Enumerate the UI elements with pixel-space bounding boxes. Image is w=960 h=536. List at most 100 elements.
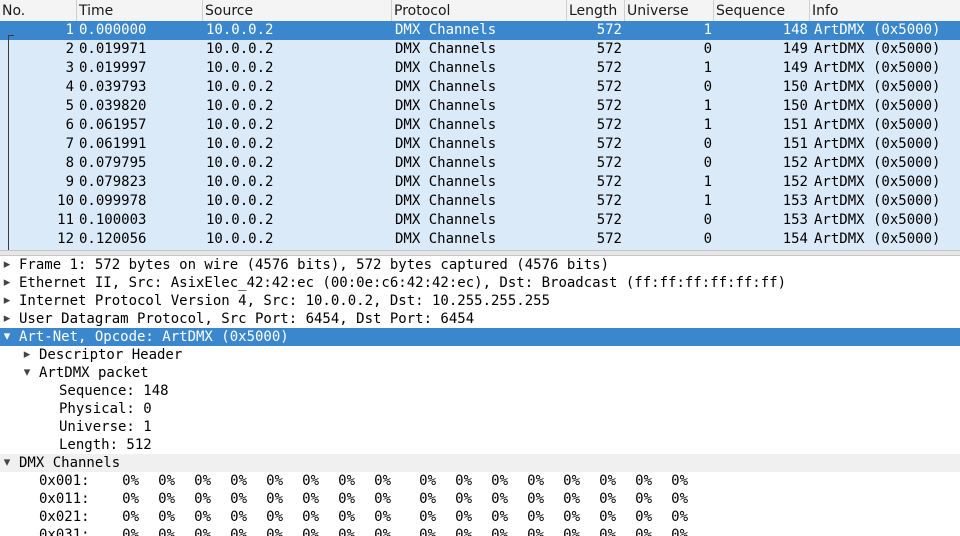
dmx-channel-value: 0% [455, 527, 472, 536]
cell-source: 10.0.0.2 [206, 212, 274, 228]
cell-sequence: 150 [782, 98, 808, 114]
tree-item-label: Frame 1: 572 bytes on wire (4576 bits), … [19, 257, 610, 273]
dmx-channel-value: 0% [338, 527, 355, 536]
cell-no: 10 [57, 193, 74, 209]
column-header-info[interactable]: Info [810, 0, 960, 21]
cell-length: 572 [596, 136, 622, 152]
packet-row[interactable]: 4 0.039793 10.0.0.2 DMX Channels 572 0 150 ArtD… [0, 78, 960, 97]
dmx-channel-value: 0% [266, 527, 283, 536]
cell-universe: 1 [703, 193, 712, 209]
tree-item[interactable]: ▸ User Datagram Protocol, Src Port: 6454,… [0, 310, 960, 328]
packet-list[interactable]: No. Time Source Protocol Length Universe… [0, 0, 960, 250]
packet-row[interactable]: 5 0.039820 10.0.0.2 DMX Channels 572 1 150 ArtD… [0, 97, 960, 116]
cell-protocol: DMX Channels [395, 60, 497, 76]
packet-row[interactable]: 12 0.120056 10.0.0.2 DMX Channels 572 0 154 Art… [0, 230, 960, 249]
column-header-sequence[interactable]: Sequence [714, 0, 810, 21]
column-header-source[interactable]: Source [203, 0, 392, 21]
cell-length: 572 [596, 79, 622, 95]
tree-item[interactable]: ▸ Frame 1: 572 bytes on wire (4576 bits),… [0, 256, 960, 274]
dmx-channel-value: 0% [599, 491, 616, 507]
cell-info: ArtDMX (0x5000) [814, 193, 941, 209]
tree-item[interactable]: ▾ DMX Channels [0, 454, 960, 472]
cell-sequence: 151 [782, 136, 808, 152]
expand-arrow-icon[interactable]: ▾ [1, 454, 13, 472]
tree-item[interactable]: ▾ ArtDMX packet [0, 364, 960, 382]
cell-source: 10.0.0.2 [206, 117, 274, 133]
packet-row[interactable]: 2 0.019971 10.0.0.2 DMX Channels 572 0 149 ArtD… [0, 40, 960, 59]
cell-protocol: DMX Channels [395, 41, 497, 57]
tree-item[interactable]: Length: 512 [0, 436, 960, 454]
cell-info: ArtDMX (0x5000) [814, 41, 941, 57]
cell-time: 0.079795 [79, 155, 147, 171]
dmx-channel-value: 0% [122, 509, 139, 525]
dmx-channel-value: 0% [419, 473, 436, 489]
dmx-channel-value: 0% [266, 491, 283, 507]
cell-universe: 0 [703, 79, 712, 95]
collapse-arrow-icon[interactable]: ▸ [21, 346, 33, 364]
column-header-length[interactable]: Length [567, 0, 625, 21]
tree-item[interactable]: ▾ Art-Net, Opcode: ArtDMX (0x5000) [0, 328, 960, 346]
cell-universe: 0 [703, 231, 712, 247]
dmx-channel-value: 0% [230, 491, 247, 507]
tree-item-label: Ethernet II, Src: AsixElec_42:42:ec (00:… [19, 275, 787, 291]
tree-item[interactable]: ▸ Ethernet II, Src: AsixElec_42:42:ec (00… [0, 274, 960, 292]
expand-arrow-icon[interactable]: ▾ [1, 328, 13, 346]
tree-item[interactable]: ▸ Descriptor Header [0, 346, 960, 364]
packet-details[interactable]: ▸ Frame 1: 572 bytes on wire (4576 bits),… [0, 256, 960, 536]
dmx-channel-value: 0% [419, 491, 436, 507]
packet-row[interactable]: 7 0.061991 10.0.0.2 DMX Channels 572 0 151 ArtD… [0, 135, 960, 154]
collapse-arrow-icon[interactable]: ▸ [1, 274, 13, 292]
column-header-time[interactable]: Time [77, 0, 203, 21]
dmx-channel-value: 0% [194, 509, 211, 525]
cell-info: ArtDMX (0x5000) [814, 60, 941, 76]
cell-universe: 1 [703, 174, 712, 190]
expand-arrow-icon[interactable]: ▾ [21, 364, 33, 382]
cell-source: 10.0.0.2 [206, 98, 274, 114]
dmx-channel-value: 0% [374, 491, 391, 507]
cell-source: 10.0.0.2 [206, 60, 274, 76]
packet-row[interactable]: 1 0.000000 10.0.0.2 DMX Channels 572 1 148 ArtD… [0, 21, 960, 40]
packet-row[interactable]: 3 0.019997 10.0.0.2 DMX Channels 572 1 149 ArtD… [0, 59, 960, 78]
cell-source: 10.0.0.2 [206, 174, 274, 190]
cell-sequence: 149 [782, 41, 808, 57]
collapse-arrow-icon[interactable]: ▸ [1, 292, 13, 310]
packet-row[interactable]: 9 0.079823 10.0.0.2 DMX Channels 572 1 152 ArtD… [0, 173, 960, 192]
cell-protocol: DMX Channels [395, 174, 497, 190]
dmx-channel-value: 0% [491, 473, 508, 489]
tree-item[interactable]: Sequence: 148 [0, 382, 960, 400]
dmx-channel-value: 0% [563, 473, 580, 489]
tree-item[interactable]: Universe: 1 [0, 418, 960, 436]
cell-time: 0.039820 [79, 98, 147, 114]
tree-item-label: DMX Channels [19, 455, 121, 471]
column-header-universe[interactable]: Universe [625, 0, 714, 21]
dmx-channel-values: 0x001: 0% 0% 0% 0% 0% 0% 0% 0% 0% 0% 0% 0% 0% 0% 0% 0% 0x… [0, 472, 960, 536]
packet-row[interactable]: 6 0.061957 10.0.0.2 DMX Channels 572 1 151 ArtD… [0, 116, 960, 135]
tree-item[interactable]: ▸ Internet Protocol Version 4, Src: 10.0.… [0, 292, 960, 310]
dmx-channel-value: 0% [302, 527, 319, 536]
dmx-channel-value: 0% [635, 527, 652, 536]
dmx-channel-value: 0% [194, 473, 211, 489]
collapse-arrow-icon[interactable]: ▸ [1, 256, 13, 274]
dmx-channel-value: 0% [266, 509, 283, 525]
dmx-channel-row: 0x011: 0% 0% 0% 0% 0% 0% 0% 0% 0% 0% 0% 0% 0% 0% 0% 0% [0, 490, 960, 508]
dmx-channel-value: 0% [671, 527, 688, 536]
cell-protocol: DMX Channels [395, 231, 497, 247]
cell-no: 11 [57, 212, 74, 228]
collapse-arrow-icon[interactable]: ▸ [1, 310, 13, 328]
dmx-channel-value: 0% [266, 473, 283, 489]
cell-time: 0.061957 [79, 117, 147, 133]
dmx-channel-value: 0% [419, 509, 436, 525]
dmx-channel-offset: 0x031: [39, 527, 90, 536]
tree-item[interactable]: Physical: 0 [0, 400, 960, 418]
packet-row[interactable]: 10 0.099978 10.0.0.2 DMX Channels 572 1 153 Art… [0, 192, 960, 211]
tree-item-label: Length: 512 [59, 437, 152, 453]
dmx-channel-value: 0% [635, 509, 652, 525]
cell-no: 9 [65, 174, 74, 190]
tree-item-label: User Datagram Protocol, Src Port: 6454, … [19, 311, 475, 327]
packet-row[interactable]: 8 0.079795 10.0.0.2 DMX Channels 572 0 152 ArtD… [0, 154, 960, 173]
cell-length: 572 [596, 117, 622, 133]
column-header-protocol[interactable]: Protocol [392, 0, 567, 21]
column-header-no[interactable]: No. [0, 0, 77, 21]
dmx-channel-value: 0% [671, 509, 688, 525]
packet-row[interactable]: 11 0.100003 10.0.0.2 DMX Channels 572 0 153 Art… [0, 211, 960, 230]
